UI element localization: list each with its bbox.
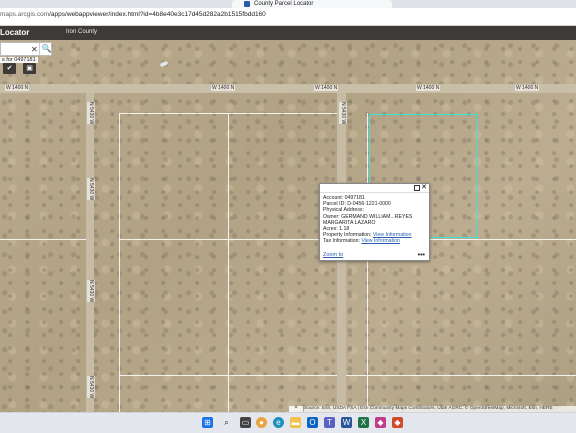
clear-search-icon[interactable]: ✕	[31, 45, 38, 54]
road-label: W 1400 N	[515, 85, 540, 91]
parcel-line	[228, 113, 229, 412]
map-canvas[interactable]: W 1400 N W 1400 N W 1400 N W 1400 N W 14…	[0, 40, 576, 412]
popup-body: Account: 0497181 Parcel ID: D-0456-1221-…	[320, 193, 429, 247]
map-marker	[159, 60, 169, 68]
road-label: W 1400 N	[416, 85, 441, 91]
tax-info-link[interactable]: View Information	[361, 238, 400, 244]
search-box[interactable]: ✕ 🔍	[0, 42, 52, 56]
app-icon[interactable]: ◆	[375, 417, 386, 428]
teams-icon[interactable]: T	[324, 417, 335, 428]
more-actions-button[interactable]: •••	[418, 252, 425, 259]
word-icon[interactable]: W	[341, 417, 352, 428]
maximize-icon[interactable]	[414, 185, 420, 191]
browser-tab-strip: County Parcel Locator	[0, 0, 576, 8]
edge-icon[interactable]: e	[273, 417, 284, 428]
road-label: N 5430 W	[87, 280, 95, 303]
basemap-tool-icon[interactable]: ▣	[23, 63, 36, 74]
road-vertical-west	[86, 93, 94, 412]
excel-icon[interactable]: X	[358, 417, 369, 428]
app-icon-2[interactable]: ◆	[392, 417, 403, 428]
county-subtitle: Iron County	[66, 29, 98, 35]
url-host: maps.arcgis.com	[0, 11, 50, 18]
parcel-popup: ✕ Account: 0497181 Parcel ID: D-0456-122…	[319, 183, 430, 261]
browser-tab[interactable]: County Parcel Locator	[232, 0, 392, 8]
url-text[interactable]: maps.arcgis.com/apps/webappviewer/index.…	[0, 11, 266, 18]
property-info-link[interactable]: View Information	[373, 232, 412, 238]
task-view-icon[interactable]: ▭	[240, 417, 251, 428]
favicon-icon	[244, 1, 250, 7]
tax-info-label: Tax Information:	[323, 238, 360, 245]
parcel-line	[119, 113, 120, 412]
road-horizontal	[0, 84, 576, 93]
property-info-label: Property Information:	[323, 232, 372, 239]
close-icon[interactable]: ✕	[421, 183, 427, 191]
parcel-line	[0, 239, 86, 240]
address-bar[interactable]: maps.arcgis.com/apps/webappviewer/index.…	[0, 8, 576, 26]
popup-header: ✕	[320, 184, 429, 193]
app-header: Locator Iron County	[0, 26, 576, 40]
road-label: N 5430 W	[339, 102, 347, 125]
road-label: W 1400 N	[314, 85, 339, 91]
parcel-line	[119, 375, 337, 376]
url-path: /apps/webappviewer/index.html?id=4b8e40e…	[49, 11, 266, 18]
popup-tax-info: Tax Information: View Information	[323, 238, 426, 244]
windows-taskbar: ⊞ ⌕ ▭ ● e ▬ O T W X ◆ ◆	[0, 412, 576, 433]
parcel-line	[346, 375, 576, 376]
road-label: W 1400 N	[5, 85, 30, 91]
search-icon[interactable]: ⌕	[221, 417, 232, 428]
app-title: Locator	[0, 28, 30, 37]
parcel-line	[119, 239, 337, 240]
popup-owner: Owner: GERMAND WILLIAM...REYES	[323, 213, 413, 220]
file-explorer-icon[interactable]: ▬	[290, 417, 301, 428]
road-label: N 5430 W	[87, 178, 95, 201]
tab-title: County Parcel Locator	[254, 1, 314, 7]
outlook-icon[interactable]: O	[307, 417, 318, 428]
road-label: N 5430 W	[87, 102, 95, 125]
parcel-line	[367, 113, 368, 412]
chrome-icon[interactable]: ●	[256, 417, 267, 428]
road-label: N 5430 W	[87, 376, 95, 399]
search-button[interactable]: 🔍	[39, 43, 53, 55]
parcel-line	[119, 113, 337, 114]
windows-icon[interactable]: ⊞	[202, 417, 213, 428]
locate-tool-icon[interactable]: ✔	[3, 63, 16, 74]
zoom-to-link[interactable]: Zoom to	[323, 252, 343, 258]
road-label: W 1400 N	[211, 85, 236, 91]
